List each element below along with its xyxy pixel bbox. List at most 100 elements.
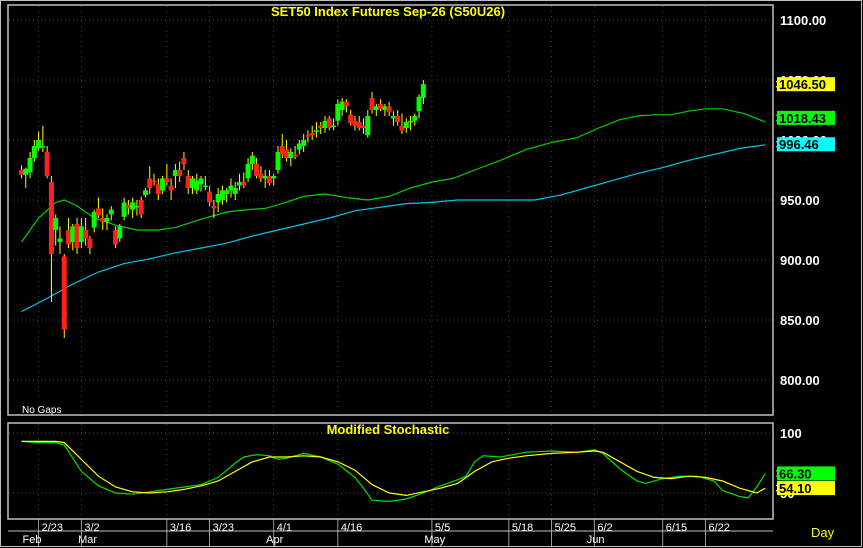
candle-body (117, 226, 123, 239)
candle (390, 111, 396, 126)
candle (23, 167, 29, 188)
candle-body (271, 176, 277, 179)
candle (416, 94, 422, 119)
candle-body (27, 158, 33, 173)
candle (57, 226, 63, 254)
candle-body (386, 106, 392, 113)
week-tick-label: 6/2 (597, 522, 612, 534)
candle (215, 188, 221, 212)
candle-body (399, 125, 405, 131)
fast-moving-average-line (21, 108, 766, 243)
candle-body (125, 204, 131, 209)
candle-body (335, 104, 341, 121)
candle-body (211, 206, 217, 209)
candle-body (164, 178, 170, 182)
month-tick-label: Apr (266, 534, 283, 546)
candle (284, 140, 290, 162)
candle (382, 104, 388, 116)
candle (343, 99, 349, 113)
candle-body (339, 101, 345, 110)
candle (331, 118, 337, 131)
month-tick-label: Feb (23, 534, 42, 546)
week-tick-label: 6/15 (666, 522, 687, 534)
candle-body (61, 256, 67, 330)
candle (48, 176, 54, 302)
candle-body (100, 218, 106, 222)
candle (185, 170, 191, 194)
candle-body (121, 202, 127, 217)
candle-body (160, 178, 166, 191)
candle (378, 99, 384, 112)
candle (190, 176, 195, 194)
price-tick-label: 900.00 (780, 253, 820, 268)
candle (91, 209, 97, 233)
candle (172, 164, 178, 188)
period-label: Day (811, 525, 835, 540)
candle-body (403, 122, 409, 128)
candle-body (361, 125, 366, 128)
candle (386, 101, 392, 116)
candle (348, 110, 354, 126)
candle (61, 254, 67, 338)
candle-body (147, 178, 153, 188)
candle-body (19, 170, 24, 175)
candle-body (155, 184, 161, 194)
candle-body (36, 140, 42, 149)
slow-moving-average-line (21, 144, 766, 313)
candle-body (53, 218, 59, 230)
candle (301, 134, 307, 152)
candle (117, 224, 123, 242)
candle (70, 224, 76, 251)
stochastic-panel-frame (7, 422, 774, 520)
candle-body (232, 188, 238, 194)
candle-body (202, 185, 208, 188)
candle (249, 152, 255, 170)
candle (78, 218, 84, 248)
candle (27, 152, 33, 179)
candle (44, 146, 50, 179)
candle (399, 113, 405, 134)
candle (266, 170, 272, 186)
candle-body (83, 230, 89, 239)
candle-body (168, 185, 174, 191)
candle-body (194, 180, 200, 191)
candle (288, 148, 294, 167)
candle-body (249, 155, 255, 164)
candle (151, 173, 157, 186)
stochastic-tick-label: 100 (780, 426, 802, 441)
candle (194, 173, 200, 194)
candle (202, 176, 208, 191)
candle (177, 161, 183, 182)
candle (245, 158, 251, 182)
candle-body (266, 176, 272, 184)
candle-body (245, 164, 251, 179)
candle-body (48, 182, 54, 254)
stochastic-d-line (21, 440, 766, 497)
candle (121, 197, 127, 221)
candle (305, 130, 311, 143)
candle-body (254, 164, 260, 176)
candle-body (373, 106, 379, 110)
window-border (0, 0, 862, 547)
candle (241, 172, 247, 188)
candle-body (369, 98, 375, 110)
candle-body (343, 101, 349, 107)
candle-body (74, 224, 80, 248)
candle (95, 197, 101, 218)
candle-body (198, 178, 204, 185)
candle-body (309, 132, 315, 136)
price-chart-title: SET50 Index Futures Sep-26 (S50U26) (271, 4, 505, 19)
chart-window: 1100.001050.001000.00950.00900.00850.008… (0, 0, 863, 548)
candle-body (151, 180, 157, 183)
candle (224, 188, 230, 203)
candle-body (142, 190, 148, 196)
candle-body (408, 120, 414, 123)
candle (237, 173, 243, 191)
candle (130, 197, 136, 218)
candle (361, 118, 366, 134)
candle (19, 165, 24, 179)
candle-body (241, 182, 247, 186)
candle-body (70, 226, 76, 242)
candle-body (87, 238, 93, 248)
candle-body (390, 116, 396, 119)
